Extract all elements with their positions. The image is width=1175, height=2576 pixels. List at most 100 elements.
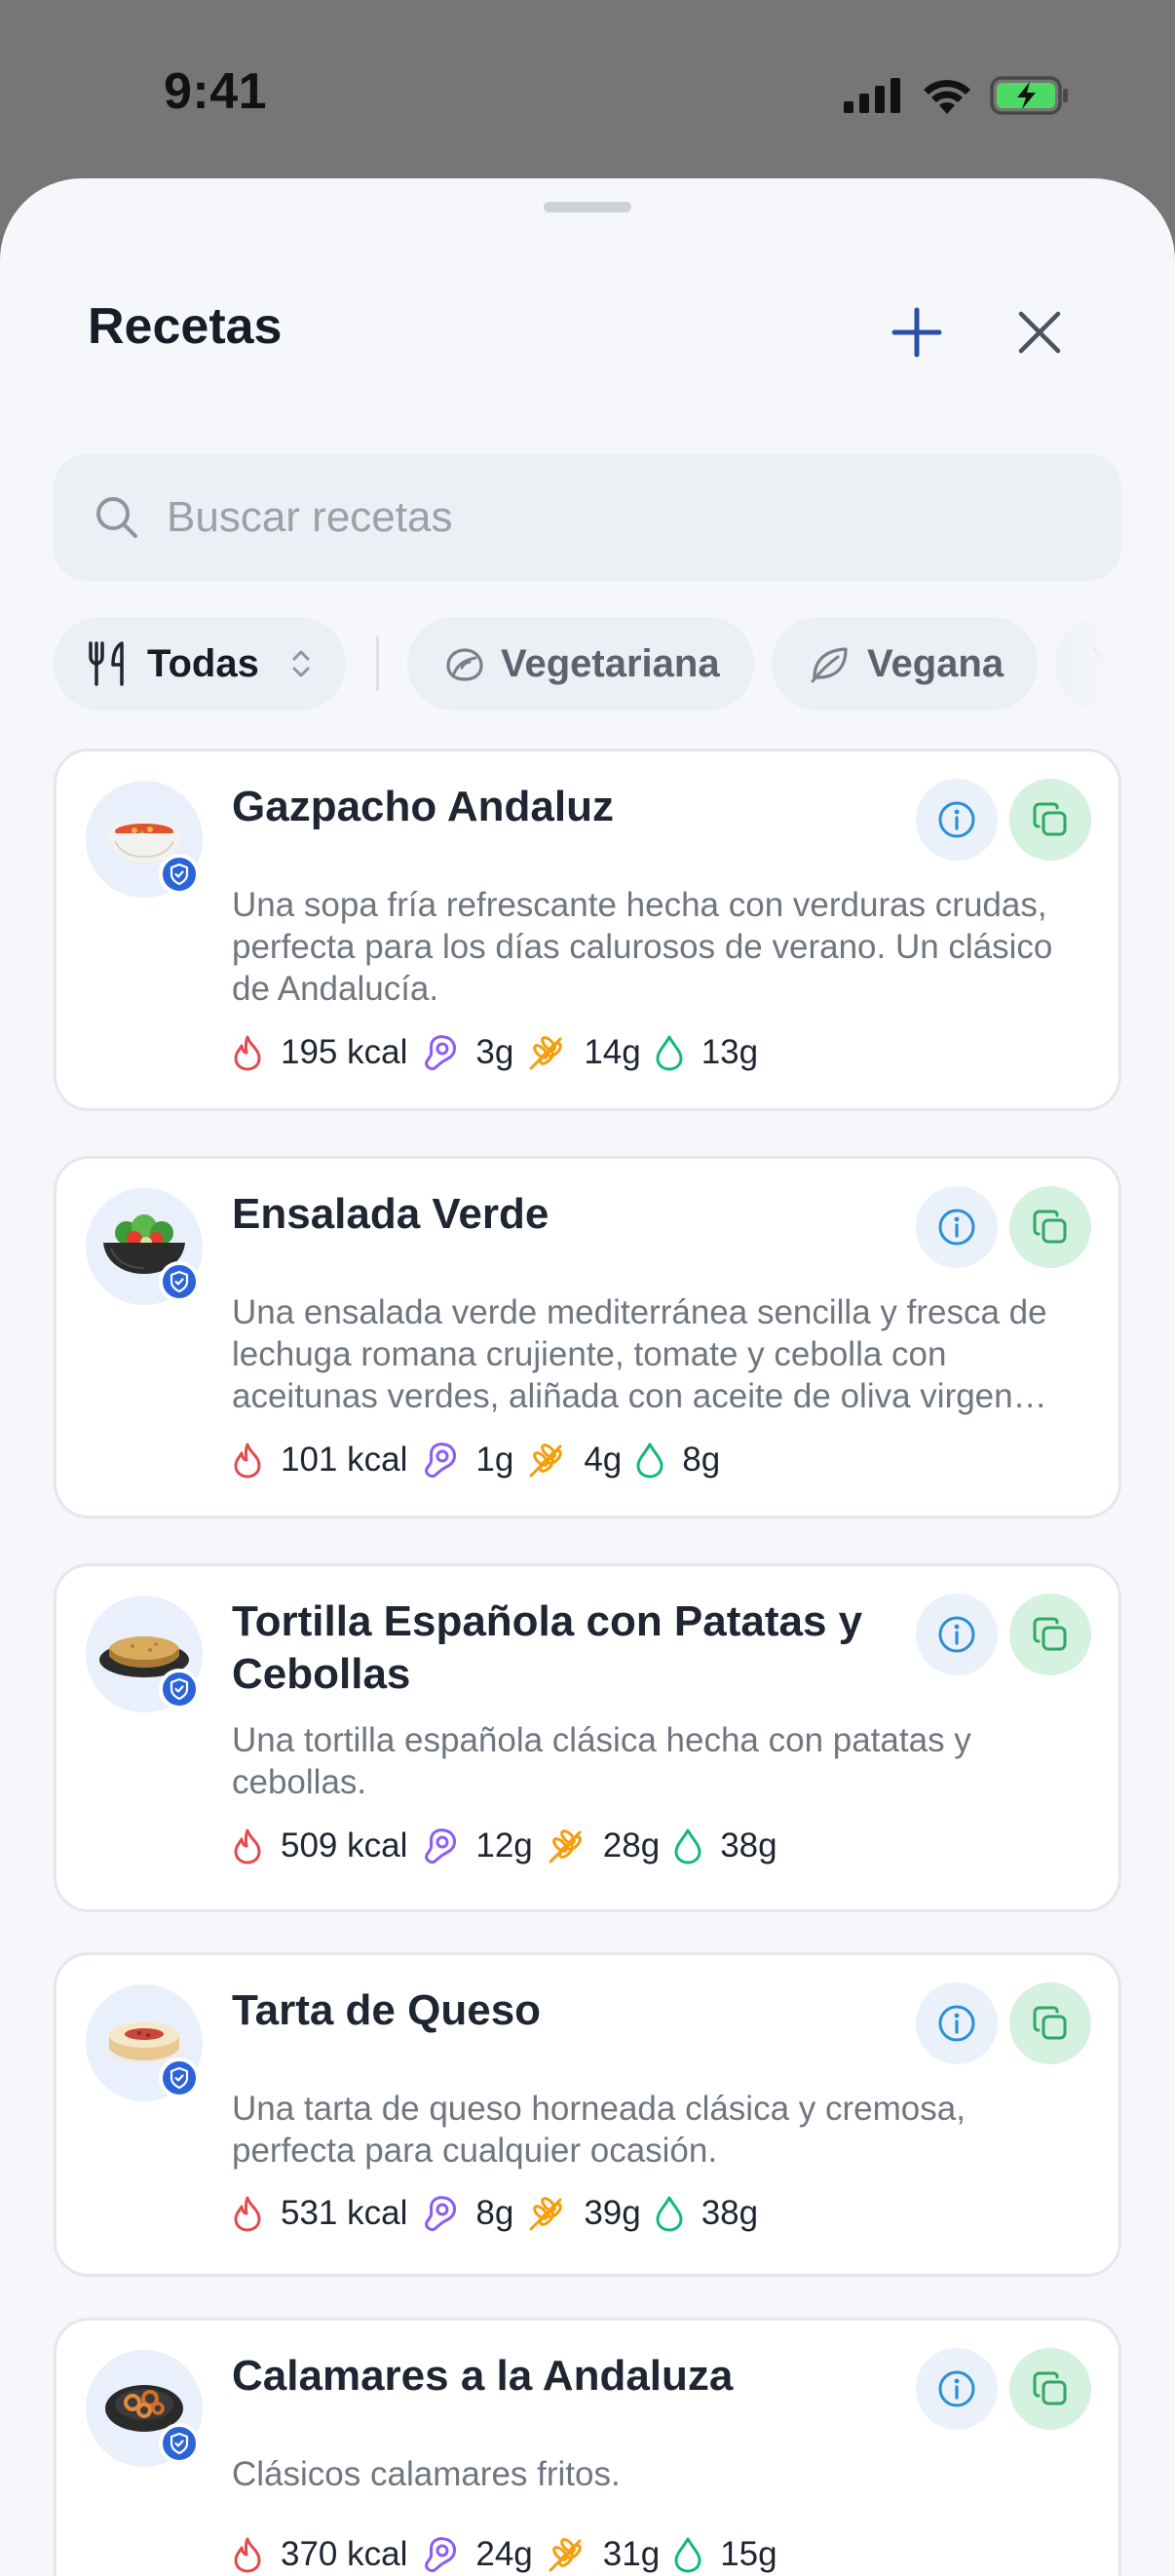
info-button[interactable] [916,779,998,861]
wheat-icon [549,2538,582,2572]
close-icon [1018,311,1061,354]
status-time: 9:41 [164,63,268,120]
fat-value: 15g [720,2535,777,2573]
carbs-value: 14g [584,1033,641,1071]
info-button[interactable] [916,2348,998,2430]
search-input[interactable] [165,492,1045,543]
recipe-thumbnail [86,781,203,898]
protein-icon [425,1442,457,1478]
drop-icon [674,2537,701,2573]
kcal-value: 531 kcal [281,2194,408,2232]
protein-icon [425,1035,457,1070]
kcal-value: 195 kcal [281,1033,408,1071]
copy-button[interactable] [1009,779,1091,861]
recipe-description: Clásicos calamares fritos. [232,2455,621,2493]
shield-check-icon [170,1677,189,1701]
copy-button[interactable] [1009,1186,1091,1268]
search-bar[interactable] [54,454,1121,581]
copy-button[interactable] [1009,1594,1091,1675]
fat-value: 38g [701,2194,759,2232]
recipe-card[interactable]: Tortilla Española con Patatas y Cebollas… [54,1563,1121,1912]
recipe-description: Una tortilla española clásica hecha con … [232,1721,971,1801]
sheet-grabber[interactable] [544,202,631,212]
cellular-signal-icon [844,78,900,113]
fat-value: 13g [701,1033,759,1071]
recipe-name: Tarta de Queso [232,1986,542,2034]
info-icon [938,1616,975,1653]
recipe-card[interactable]: Gazpacho Andaluz Una sopa fría refrescan… [54,749,1121,1111]
category-selector-label: Todas [147,641,259,685]
copy-icon [1033,2371,1067,2405]
category-selector[interactable]: Todas [54,617,346,711]
copy-icon [1033,1210,1067,1244]
recipe-card[interactable]: Ensalada Verde Una ensalada verde medite… [54,1156,1121,1519]
add-recipe-button[interactable] [878,293,956,371]
recipe-description: Una ensalada verde mediterránea sencilla… [232,1293,1047,1415]
protein-value: 1g [475,1441,514,1479]
flame-icon [234,1442,261,1479]
battery-charging-icon [990,76,1068,115]
recipe-card[interactable]: Tarta de Queso Una tarta de queso hornea… [54,1952,1121,2277]
copy-button[interactable] [1009,1982,1091,2064]
chip-vegetariana[interactable]: Vegetariana [407,617,754,711]
drop-icon [636,1442,663,1479]
info-icon [938,2370,975,2407]
carbs-value: 31g [602,2535,661,2573]
info-button[interactable] [916,1982,998,2064]
carbs-value: 39g [584,2194,641,2232]
info-button[interactable] [916,1186,998,1268]
recipe-thumbnail [86,1984,203,2101]
wifi-icon [924,80,970,114]
recipes-sheet: Recetas Todas [0,178,1175,2576]
info-button[interactable] [916,1594,998,1675]
leaf-icon [811,647,848,683]
kcal-value: 101 kcal [281,1441,408,1479]
wheat-icon [529,1036,563,1070]
shield-check-icon [170,1270,189,1293]
flame-icon [234,1035,261,1071]
protein-icon [425,2196,457,2231]
chip-vegana-label: Vegana [867,641,1004,685]
filter-divider [376,636,379,691]
drop-icon [656,2196,683,2232]
recipe-macros: 101 kcal 1g 4g 8g [232,1436,734,1484]
chip-vegana[interactable]: Vegana [772,617,1038,711]
page-title: Recetas [88,298,283,355]
fat-value: 8g [682,1441,721,1479]
recipe-macros: 531 kcal 8g 39g 38g [232,2189,772,2238]
carbs-value: 28g [602,1826,661,1865]
protein-value: 12g [475,1826,533,1865]
verified-badge [159,1669,200,1710]
close-button[interactable] [1001,293,1079,371]
verified-badge [159,854,200,895]
recipe-card[interactable]: Calamares a la Andaluza Clásicos calamar… [54,2318,1121,2576]
copy-icon [1033,802,1067,836]
recipe-thumbnail [86,1596,203,1712]
protein-value: 3g [475,1033,514,1071]
fork-knife-icon [89,641,124,686]
verified-badge [159,2057,200,2098]
copy-button[interactable] [1009,2348,1091,2430]
wheat-icon [549,1829,582,1864]
chips-scroll-fade [1034,617,1121,711]
wheat-icon [529,2197,563,2231]
recipe-macros: 195 kcal 3g 14g 13g [232,1028,772,1077]
recipe-macros: 370 kcal 24g 31g 15g [232,2530,791,2576]
recipe-macros: 509 kcal 12g 28g 38g [232,1822,791,1870]
drop-icon [674,1828,701,1865]
info-icon [938,1209,975,1246]
brain-leaf-icon [446,648,483,681]
shield-check-icon [170,863,189,886]
search-icon [96,497,137,538]
recipe-description: Una tarta de queso horneada clásica y cr… [232,2090,966,2170]
drop-icon [656,1035,683,1071]
flame-icon [234,2196,261,2232]
copy-icon [1033,1617,1067,1651]
filter-bar: Todas Vegetariana Vegana [54,617,1121,711]
recipe-thumbnail [86,2350,203,2467]
protein-icon [425,1828,457,1864]
recipe-name: Ensalada Verde [232,1190,550,1238]
kcal-value: 370 kcal [281,2535,408,2573]
status-icons [844,68,1070,123]
protein-value: 8g [475,2194,514,2232]
